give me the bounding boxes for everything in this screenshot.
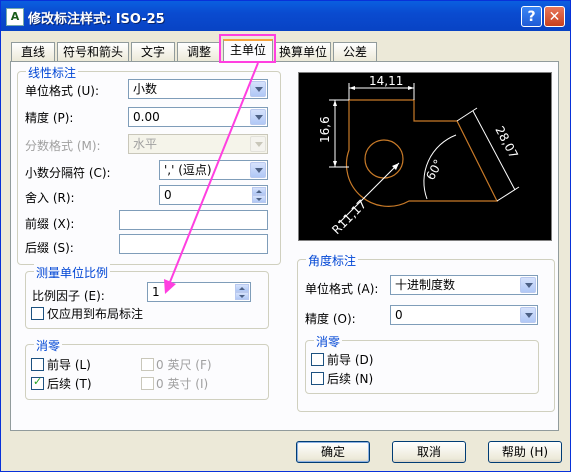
preview-drawing: 14,11 16,6 28,07 60° R11,17: [318, 74, 521, 237]
angular-unit-format-label: 单位格式 (A):: [305, 282, 379, 296]
title-bar[interactable]: A 修改标注样式: ISO-25 ? ✕: [1, 1, 570, 31]
precision-label: 精度 (P):: [25, 111, 74, 125]
tab-alternate-units[interactable]: 换算单位: [275, 42, 331, 61]
zero-inches-checkbox: [141, 377, 154, 390]
angular-trailing-zero-label: 后续 (N): [327, 372, 374, 386]
tab-symbols-arrows[interactable]: 符号和箭头: [57, 42, 129, 61]
help-button[interactable]: ?: [521, 6, 542, 27]
unit-format-select[interactable]: 小数: [128, 79, 268, 99]
unit-format-label: 单位格式 (U):: [25, 84, 100, 98]
precision-value: 0.00: [133, 110, 160, 124]
tab-tolerances[interactable]: 公差: [333, 42, 377, 61]
chevron-down-icon[interactable]: [520, 277, 536, 293]
fraction-format-label: 分数格式 (M):: [25, 139, 101, 153]
preview-part-outline: [345, 99, 498, 207]
zero-suppression-linear-title: 消零: [34, 337, 63, 354]
fraction-format-value: 水平: [133, 137, 158, 151]
chevron-down-icon[interactable]: [250, 81, 266, 97]
scale-factor-value: 1: [152, 285, 160, 299]
angular-trailing-zero-checkbox[interactable]: [311, 372, 324, 385]
tab-highlight-annotation: [219, 34, 276, 63]
prefix-input[interactable]: [119, 210, 268, 230]
tab-fit[interactable]: 调整: [177, 42, 221, 61]
spin-up-icon[interactable]: [252, 187, 266, 195]
scale-group-title: 测量单位比例: [34, 264, 111, 281]
help-dialog-button[interactable]: 帮助 (H): [488, 441, 562, 463]
round-off-value: 0: [164, 188, 172, 202]
chevron-down-icon[interactable]: [250, 162, 266, 178]
preview-dim-radius: R11,17: [329, 197, 369, 237]
zero-inches-label: 0 英寸 (I): [156, 377, 209, 391]
chevron-down-icon[interactable]: [250, 109, 266, 125]
spin-down-icon[interactable]: [252, 195, 266, 203]
scale-factor-label: 比例因子 (E):: [32, 289, 105, 303]
unit-format-value: 小数: [133, 82, 158, 96]
app-icon: A: [6, 8, 24, 26]
layout-only-checkbox[interactable]: [31, 307, 44, 320]
angular-precision-value: 0: [395, 308, 403, 322]
layout-only-label: 仅应用到布局标注: [47, 307, 144, 321]
angular-leading-zero-label: 前导 (D): [327, 353, 374, 367]
ok-button[interactable]: 确定: [296, 441, 370, 463]
round-off-label: 舍入 (R):: [25, 191, 75, 205]
fraction-format-select: 水平: [128, 134, 268, 154]
decimal-separator-select[interactable]: ',' (逗点): [159, 160, 268, 180]
preview-dim-angle: 60°: [423, 157, 445, 182]
zero-feet-checkbox: [141, 358, 154, 371]
leading-zero-label: 前导 (L): [47, 358, 91, 372]
chevron-down-icon: [250, 136, 266, 152]
suffix-input[interactable]: [119, 234, 268, 254]
preview-dim-left: 16,6: [318, 116, 332, 143]
cancel-button[interactable]: 取消: [392, 441, 466, 463]
dialog-title: 修改标注样式: ISO-25: [28, 12, 165, 27]
leading-zero-checkbox[interactable]: [31, 358, 44, 371]
preview-dim-top: 14,11: [369, 74, 403, 88]
angular-group-title: 角度标注: [306, 252, 359, 269]
tab-lines[interactable]: 直线: [11, 42, 55, 61]
angular-unit-format-value: 十进制度数: [395, 278, 456, 292]
close-button[interactable]: ✕: [544, 6, 565, 27]
decimal-separator-value: ',' (逗点): [164, 163, 212, 177]
angular-leading-zero-checkbox[interactable]: [311, 353, 324, 366]
decimal-separator-label: 小数分隔符 (C):: [25, 166, 111, 180]
linear-group-title: 线性标注: [26, 64, 79, 81]
trailing-zero-label: 后续 (T): [47, 377, 92, 391]
angular-precision-select[interactable]: 0: [390, 305, 538, 325]
spin-up-icon[interactable]: [235, 284, 249, 292]
preview-image: 14,11 16,6 28,07 60° R11,17: [298, 72, 552, 241]
suffix-label: 后缀 (S):: [25, 241, 74, 255]
prefix-label: 前缀 (X):: [25, 217, 75, 231]
angular-unit-format-select[interactable]: 十进制度数: [390, 275, 538, 295]
precision-select[interactable]: 0.00: [128, 107, 268, 127]
trailing-zero-checkbox[interactable]: [31, 375, 44, 390]
tab-text[interactable]: 文字: [131, 42, 175, 61]
spin-down-icon[interactable]: [235, 292, 249, 300]
zero-suppression-angular-title: 消零: [314, 333, 343, 350]
chevron-down-icon[interactable]: [520, 307, 536, 323]
scale-factor-input[interactable]: 1: [147, 282, 251, 302]
round-off-input[interactable]: 0: [159, 185, 268, 205]
zero-feet-label: 0 英尺 (F): [156, 358, 212, 372]
preview-hole: [364, 139, 404, 179]
angular-precision-label: 精度 (O):: [305, 312, 356, 326]
